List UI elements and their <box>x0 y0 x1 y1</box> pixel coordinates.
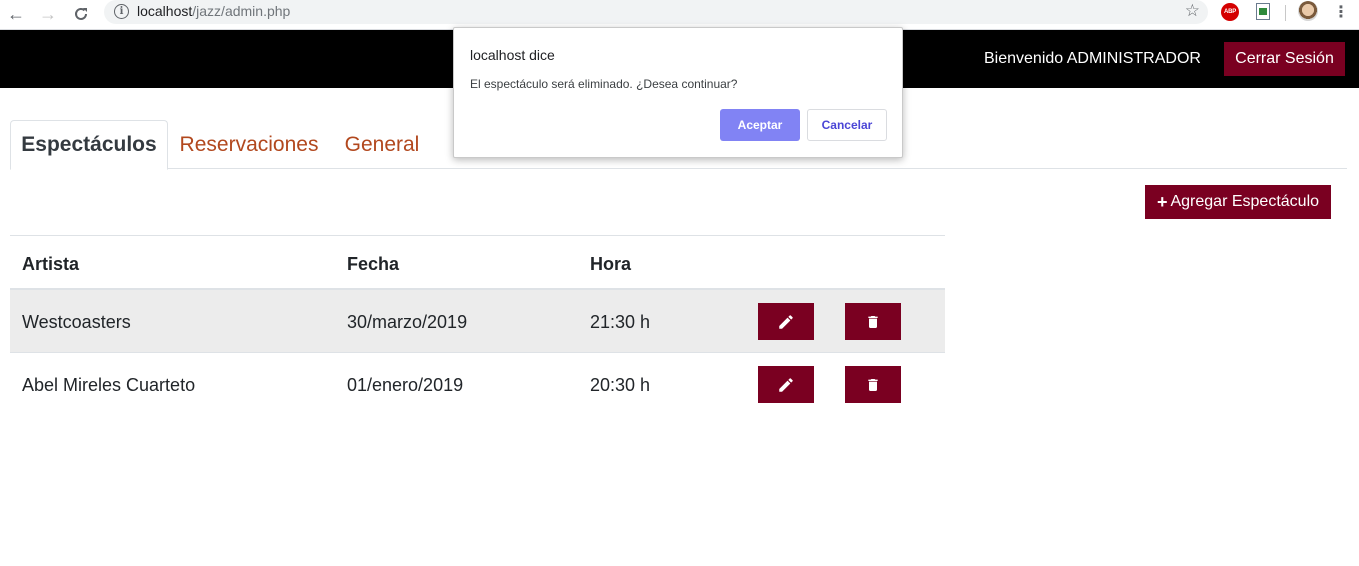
edit-button[interactable] <box>758 366 814 403</box>
cell-fecha: 01/enero/2019 <box>347 375 464 395</box>
profile-avatar[interactable] <box>1298 1 1318 21</box>
back-icon[interactable]: ← <box>4 2 28 26</box>
table-header: Artista Fecha Hora <box>10 236 945 290</box>
delete-button[interactable] <box>845 303 901 340</box>
tab-espectaculos[interactable]: Espectáculos <box>10 120 168 170</box>
delete-button[interactable] <box>845 366 901 403</box>
toolbar-divider <box>1285 5 1286 21</box>
reload-icon[interactable] <box>69 2 93 26</box>
pencil-icon <box>779 314 793 329</box>
address-bar[interactable]: i localhost/jazz/admin.php ☆ <box>104 0 1208 24</box>
add-show-label: Agregar Espectáculo <box>1170 193 1320 210</box>
add-show-button[interactable]: + Agregar Espectáculo <box>1145 185 1331 219</box>
logout-button[interactable]: Cerrar Sesión <box>1224 42 1345 76</box>
table-row: Westcoasters 30/marzo/2019 21:30 h <box>10 290 945 353</box>
edit-button[interactable] <box>758 303 814 340</box>
cell-hora: 20:30 h <box>590 375 651 395</box>
column-header-artista: Artista <box>22 254 80 274</box>
dialog-message: El espectáculo será eliminado. ¿Desea co… <box>470 77 738 91</box>
confirm-dialog: localhost dice El espectáculo será elimi… <box>453 27 903 158</box>
trash-icon <box>868 315 878 328</box>
info-icon[interactable]: i <box>114 4 129 19</box>
pencil-icon <box>779 377 793 392</box>
cell-artista: Abel Mireles Cuarteto <box>22 375 196 395</box>
tab-general[interactable]: General <box>332 120 432 169</box>
column-header-hora: Hora <box>590 254 632 274</box>
trash-icon <box>868 378 878 391</box>
table-row: Abel Mireles Cuarteto 01/enero/2019 20:3… <box>10 353 945 416</box>
browser-menu-icon[interactable]: ⋮ <box>1333 2 1349 22</box>
url-text: localhost/jazz/admin.php <box>137 3 291 19</box>
column-header-fecha: Fecha <box>347 254 400 274</box>
spreadsheet-extension-icon[interactable] <box>1256 3 1270 20</box>
shows-table: Artista Fecha Hora Westcoasters 30/marzo… <box>10 235 945 416</box>
cell-fecha: 30/marzo/2019 <box>347 312 468 332</box>
dialog-title: localhost dice <box>470 47 555 63</box>
cell-hora: 21:30 h <box>590 312 651 332</box>
forward-icon[interactable]: → <box>36 2 60 26</box>
bookmark-star-icon[interactable]: ☆ <box>1185 1 1200 21</box>
welcome-text: Bienvenido ADMINISTRADOR <box>984 50 1201 67</box>
cell-artista: Westcoasters <box>22 312 131 332</box>
browser-toolbar: ← → i localhost/jazz/admin.php ☆ ABP ⋮ <box>0 0 1359 30</box>
dialog-cancel-button[interactable]: Cancelar <box>807 109 887 141</box>
plus-icon: + <box>1156 191 1168 212</box>
dialog-ok-button[interactable]: Aceptar <box>720 109 800 141</box>
tab-reservaciones[interactable]: Reservaciones <box>170 120 328 169</box>
adblock-extension-icon[interactable]: ABP <box>1221 3 1239 21</box>
